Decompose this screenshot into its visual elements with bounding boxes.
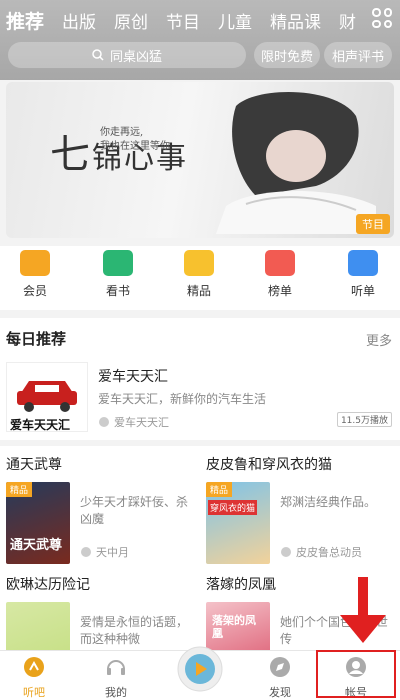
book-icon	[103, 250, 133, 276]
tab-program[interactable]: 节目	[166, 8, 200, 33]
listen-icon	[24, 657, 44, 677]
center-play-button[interactable]	[170, 645, 230, 698]
book-cover-text: 落架的凤凰	[212, 614, 256, 640]
book-title: 落嫁的凤凰	[206, 577, 276, 593]
tab-listen-label: 听吧	[23, 686, 45, 699]
header: 推荐 出版 原创 节目 儿童 精品课 财 同桌凶猛 限时免费 相声评书	[0, 0, 400, 80]
book-cover: 精品 通天武尊	[6, 482, 70, 564]
section-title: 每日推荐	[6, 330, 67, 348]
grid-menu-icon[interactable]	[372, 8, 392, 28]
tab-original[interactable]: 原创	[114, 8, 148, 33]
daily-cover-text: 爱车天天汇	[10, 418, 71, 432]
book-card[interactable]: 通天武尊 精品 通天武尊 少年天才踩奸佞、杀凶魔 天中月	[6, 454, 202, 574]
category-rank[interactable]: 榜单	[245, 250, 315, 299]
highlight-frame	[316, 650, 396, 698]
diamond-icon	[184, 250, 214, 276]
book-card[interactable]: 皮皮鲁和穿风衣的猫 精品 穿风衣的猫 郑渊洁经典作品。 皮皮鲁总动员	[206, 454, 400, 574]
more-link[interactable]: 更多	[366, 330, 392, 349]
author-icon	[99, 417, 109, 427]
tab-mine-label: 我的	[105, 686, 127, 699]
tab-publish[interactable]: 出版	[62, 8, 96, 33]
compass-icon	[270, 657, 290, 677]
top-tabs: 推荐 出版 原创 节目 儿童 精品课 财	[6, 6, 374, 34]
book-desc: 爱情是永恒的话题，而这种种微	[80, 615, 189, 646]
tab-mine[interactable]: 我的	[86, 655, 146, 700]
daily-item-title[interactable]: 爱车天天汇	[98, 366, 168, 386]
search-input[interactable]: 同桌凶猛	[8, 42, 246, 68]
headphone-icon	[107, 660, 125, 675]
daily-section: 每日推荐 更多 爱车天天汇 爱车天天汇 爱车天天汇，新鲜你的汽车生活 爱车天天汇…	[0, 318, 400, 440]
category-read-label: 看书	[105, 284, 130, 298]
book-author: 天中月	[80, 544, 129, 560]
book-title: 通天武尊	[6, 457, 62, 473]
tab-discover[interactable]: 发现	[250, 655, 310, 700]
category-premium-label: 精品	[186, 284, 211, 298]
tab-listen[interactable]: 听吧	[4, 655, 64, 700]
author-icon	[281, 547, 291, 557]
category-premium[interactable]: 精品	[164, 250, 234, 299]
banner-badge: 节目	[356, 214, 390, 234]
daily-item-author: 爱车天天汇	[98, 414, 169, 430]
banner-poem: 你走再远, 我也在这里等你	[100, 127, 170, 152]
book-cover: 精品 穿风衣的猫	[206, 482, 270, 564]
banner-carousel[interactable]: 七锦心事 你走再远, 我也在这里等你 主播 七锦 节目	[6, 82, 394, 238]
tab-recommend[interactable]: 推荐	[6, 7, 44, 34]
search-icon	[92, 49, 104, 61]
tab-discover-label: 发现	[269, 686, 291, 699]
banner-illustration	[216, 92, 376, 234]
category-rank-label: 榜单	[267, 284, 292, 298]
premium-tag: 精品	[6, 482, 33, 497]
tab-finance[interactable]: 财	[339, 8, 356, 33]
book-author: 皮皮鲁总动员	[280, 544, 362, 560]
book-cover-text: 通天武尊	[10, 538, 63, 553]
category-vip-label: 会员	[22, 284, 47, 298]
premium-tag: 精品	[206, 482, 233, 497]
category-vip[interactable]: 会员	[0, 250, 70, 299]
category-row: 会员 看书 精品 榜单 听单	[0, 246, 400, 310]
book-title: 皮皮鲁和穿风衣的猫	[206, 457, 332, 473]
free-limited-button[interactable]: 限时免费	[254, 42, 320, 68]
category-read[interactable]: 看书	[83, 250, 153, 299]
tab-premium-course[interactable]: 精品课	[270, 8, 321, 33]
category-playlist-label: 听单	[350, 284, 375, 298]
search-placeholder: 同桌凶猛	[109, 49, 162, 65]
author-icon	[81, 547, 91, 557]
crown-icon	[20, 250, 50, 276]
category-playlist[interactable]: 听单	[328, 250, 398, 299]
chart-icon	[265, 250, 295, 276]
book-desc: 少年天才踩奸佞、杀凶魔	[80, 495, 189, 526]
daily-item-desc: 爱车天天汇，新鲜你的汽车生活	[98, 392, 267, 406]
red-arrow-icon	[340, 577, 386, 643]
book-desc: 郑渊洁经典作品。	[280, 495, 377, 509]
book-cover-text: 穿风衣的猫	[208, 500, 258, 515]
book-title: 欧琳达历险记	[6, 577, 90, 593]
tab-children[interactable]: 儿童	[218, 8, 252, 33]
center-play-icon	[177, 646, 223, 692]
crosstalk-button[interactable]: 相声评书	[324, 42, 392, 68]
play-count-badge: 11.5万播放	[336, 412, 392, 427]
playlist-icon	[348, 250, 378, 276]
